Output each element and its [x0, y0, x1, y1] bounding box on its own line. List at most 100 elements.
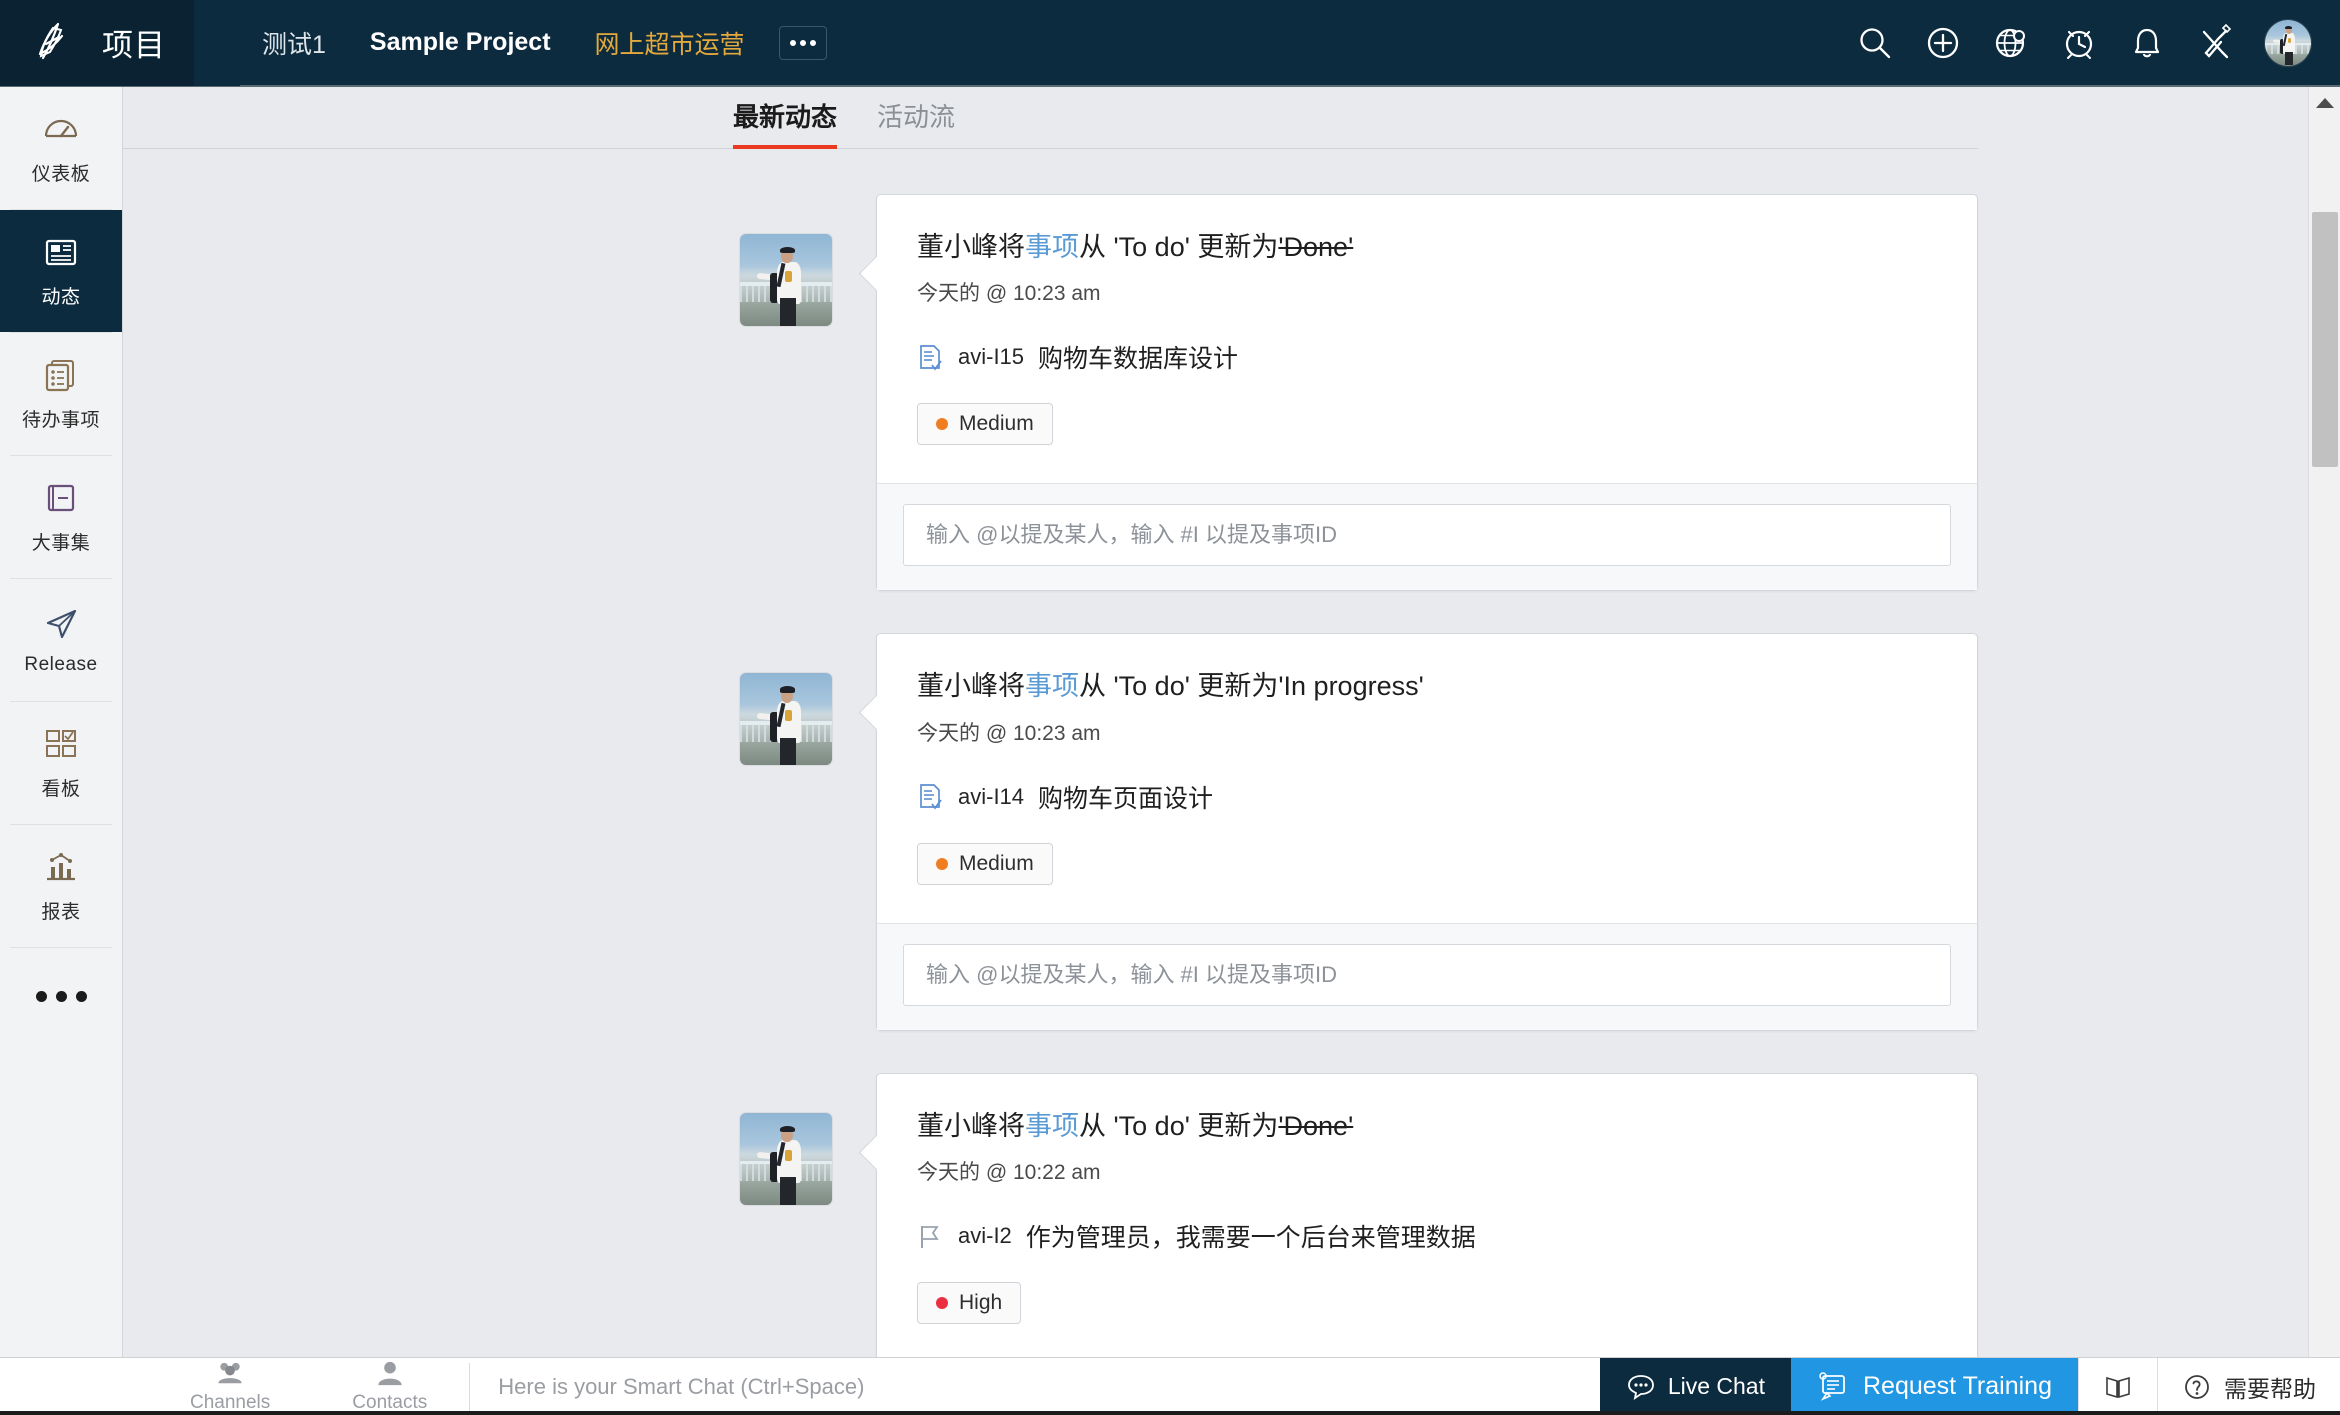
- feed-post: 董小峰将事项从 'To do' 更新为'Done' 今天的 @ 10:23 am…: [123, 194, 2308, 592]
- request-training-button[interactable]: Request Training: [1790, 1357, 2078, 1415]
- status-badge: Medium: [917, 842, 1053, 885]
- dot-glyph: [55, 990, 67, 1002]
- post-headline: 董小峰将事项从 'To do' 更新为'Done': [917, 1108, 1937, 1144]
- activity-feed-list: 董小峰将事项从 'To do' 更新为'Done' 今天的 @ 10:23 am…: [123, 149, 2308, 1357]
- breadcrumb-more-button[interactable]: [778, 25, 827, 60]
- feed-post-card: 董小峰将事项从 'To do' 更新为'Done' 今天的 @ 10:22 am…: [876, 1072, 1978, 1357]
- vertical-scrollbar[interactable]: [2308, 87, 2340, 1357]
- post-transition-to: 'Done': [1278, 1110, 1354, 1141]
- sidebar-item-release[interactable]: Release: [0, 579, 122, 701]
- bottom-app-channels[interactable]: Channels: [190, 1358, 270, 1415]
- chat-bubble-icon: [1627, 1374, 1654, 1400]
- scrollbar-thumb[interactable]: [2312, 212, 2338, 467]
- avatar[interactable]: [740, 673, 832, 766]
- tools-settings-icon[interactable]: [2196, 23, 2234, 62]
- post-entity-link[interactable]: 事项: [1025, 671, 1079, 701]
- comment-input[interactable]: [903, 943, 1951, 1006]
- dot-glyph: [75, 990, 87, 1002]
- release-paperplane-icon: [46, 609, 77, 638]
- post-issue-key: avi-I14: [958, 783, 1025, 809]
- comment-input[interactable]: [903, 504, 1951, 567]
- avatar-photo: [740, 673, 832, 766]
- post-timestamp: 今天的 @ 10:23 am: [917, 282, 1101, 306]
- live-chat-button[interactable]: Live Chat: [1599, 1357, 1791, 1415]
- post-entity-link[interactable]: 事项: [1025, 1111, 1079, 1141]
- open-book-icon: [2106, 1376, 2130, 1398]
- sidebar-item-label: 待办事项: [21, 410, 100, 431]
- post-body: 董小峰将事项从 'To do' 更新为'Done' 今天的 @ 10:23 am…: [877, 195, 1977, 483]
- clock-history-icon[interactable]: [2060, 24, 2098, 62]
- tab-activity-stream[interactable]: 活动流: [877, 97, 955, 148]
- sidebar-item-feed[interactable]: 动态: [0, 210, 122, 332]
- sidebar-more-button[interactable]: [0, 948, 122, 1044]
- taskbar-edge: [0, 1411, 2340, 1415]
- priority-label: Medium: [959, 851, 1034, 875]
- post-issue-row[interactable]: avi-I14 购物车页面设计: [917, 779, 1937, 815]
- dot-glyph: [799, 39, 806, 46]
- feed-post: 董小峰将事项从 'To do' 更新为'In progress' 今天的 @ 1…: [123, 633, 2308, 1031]
- sidebar-item-dashboard[interactable]: 仪表板: [0, 87, 122, 209]
- post-actor: 董小峰将: [917, 671, 1025, 702]
- avatar-photo: [2265, 19, 2311, 66]
- post-body: 董小峰将事项从 'To do' 更新为'In progress' 今天的 @ 1…: [877, 634, 1977, 922]
- breadcrumb-item-portal[interactable]: 测试1: [240, 25, 348, 61]
- training-screen-icon: [1819, 1371, 1845, 1401]
- zoho-logo-icon[interactable]: [28, 20, 74, 66]
- post-issue-key: avi-I2: [958, 1223, 1012, 1249]
- sidebar-item-reports[interactable]: 报表: [0, 825, 122, 947]
- post-transition-to: 'Done': [1278, 232, 1354, 262]
- post-timestamp: 今天的 @ 10:22 am: [917, 1161, 1101, 1185]
- priority-dot-icon: [936, 418, 948, 431]
- add-plus-icon[interactable]: [1924, 24, 1962, 62]
- post-actor: 董小峰将: [917, 232, 1025, 262]
- contacts-person-icon: [378, 1361, 402, 1385]
- tab-latest-feed[interactable]: 最新动态: [733, 97, 838, 149]
- feed-post: 董小峰将事项从 'To do' 更新为'Done' 今天的 @ 10:22 am…: [123, 1072, 2308, 1357]
- breadcrumb-item-project[interactable]: Sample Project: [348, 28, 573, 57]
- post-issue-title: 购物车数据库设计: [1038, 345, 1239, 374]
- post-comment-area: [877, 483, 1977, 591]
- breadcrumb-item-current[interactable]: 网上超市运营: [573, 25, 767, 61]
- post-issue-row[interactable]: avi-I2 作为管理员，我需要一个后台来管理数据: [917, 1218, 1937, 1254]
- avatar[interactable]: [2264, 18, 2312, 67]
- header-action-icons: [1856, 18, 2340, 67]
- post-issue-row[interactable]: avi-I15 购物车数据库设计: [917, 339, 1937, 375]
- globe-icon[interactable]: [1992, 24, 2030, 62]
- bottom-app-shortcuts: Channels Contacts: [190, 1358, 427, 1415]
- sidebar-item-label: 看板: [41, 779, 81, 800]
- dot-glyph: [809, 39, 816, 46]
- post-transition-from: 从 'To do' 更新为: [1079, 1110, 1279, 1141]
- scroll-up-arrow-icon[interactable]: [2309, 87, 2340, 119]
- bottom-app-contacts[interactable]: Contacts: [352, 1358, 427, 1415]
- sidebar-item-kanban[interactable]: 看板: [0, 702, 122, 824]
- bottom-divider: [469, 1362, 471, 1411]
- post-transition-from: 从 'To do' 更新为: [1079, 232, 1279, 262]
- channels-group-icon: [218, 1362, 242, 1383]
- feed-news-icon: [45, 239, 77, 266]
- sidebar-item-milestones[interactable]: 大事集: [0, 456, 122, 578]
- sidebar-item-label: 大事集: [31, 533, 91, 554]
- kanban-board-icon: [46, 730, 76, 757]
- sidebar-item-label: 报表: [41, 902, 81, 923]
- post-headline: 董小峰将事项从 'To do' 更新为'In progress': [917, 668, 1937, 704]
- post-transition-to: 'In progress': [1278, 671, 1424, 702]
- task-document-icon: [920, 345, 942, 371]
- avatar[interactable]: [740, 234, 832, 326]
- sidebar-item-tasks[interactable]: 待办事项: [0, 333, 122, 455]
- post-body: 董小峰将事项从 'To do' 更新为'Done' 今天的 @ 10:22 am…: [877, 1074, 1977, 1357]
- post-comment-area: [877, 922, 1977, 1030]
- bell-notification-icon[interactable]: [2128, 24, 2166, 62]
- reports-chart-icon: [47, 853, 75, 881]
- task-document-icon: [920, 784, 942, 810]
- search-icon[interactable]: [1856, 24, 1894, 62]
- priority-label: High: [959, 1291, 1003, 1315]
- story-flag-icon: [921, 1225, 939, 1248]
- avatar[interactable]: [740, 1112, 832, 1205]
- avatar-photo: [740, 234, 832, 326]
- request-training-label: Request Training: [1862, 1372, 2052, 1400]
- smart-chat-input[interactable]: Here is your Smart Chat (Ctrl+Space): [498, 1374, 864, 1400]
- post-entity-link[interactable]: 事项: [1025, 232, 1079, 262]
- open-book-button[interactable]: [2078, 1357, 2157, 1415]
- need-help-button[interactable]: 需要帮助: [2157, 1357, 2340, 1415]
- dot-glyph: [35, 990, 47, 1002]
